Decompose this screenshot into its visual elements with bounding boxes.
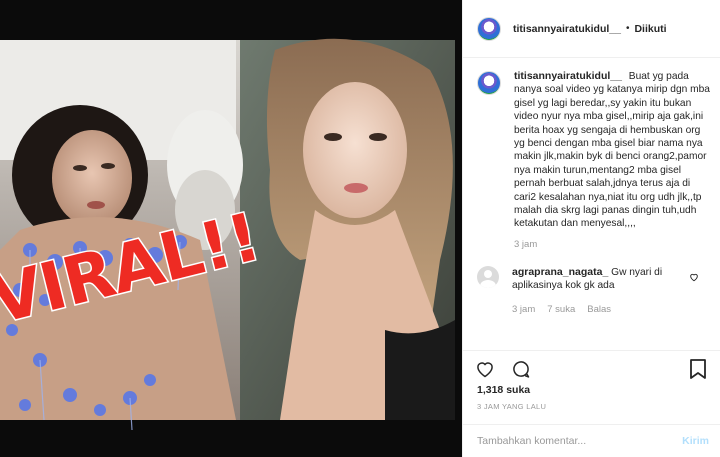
likes-count[interactable]: 1,318 suka — [475, 384, 707, 396]
add-comment-box: Kirim — [463, 424, 720, 457]
post-actions: 1,318 suka 3 JAM YANG LALU — [463, 350, 720, 424]
caption-avatar[interactable] — [477, 71, 501, 95]
post-date: 3 JAM YANG LALU — [477, 402, 547, 411]
comment-likes[interactable]: 7 suka — [547, 303, 575, 316]
separator-dot: • — [625, 23, 630, 34]
comments-section[interactable]: titisannyairatukidul__ Buat yg pada nany… — [463, 58, 720, 350]
post-header: titisannyairatukidul__ • Diikuti — [463, 0, 720, 58]
caption: titisannyairatukidul__ Buat yg pada nany… — [463, 58, 720, 250]
comment-heart-icon[interactable] — [689, 272, 699, 282]
comment-icon[interactable] — [511, 359, 531, 379]
post-detail-panel: titisannyairatukidul__ • Diikuti titisan… — [462, 0, 720, 457]
caption-time[interactable]: 3 jam — [514, 239, 710, 250]
comment-item: agraprana_nagata_ Gw nyari di aplikasiny… — [463, 250, 720, 316]
post-image[interactable]: VIRAL!! — [0, 0, 462, 457]
comment-time[interactable]: 3 jam — [512, 303, 535, 316]
author-avatar[interactable] — [477, 16, 501, 41]
reply-button[interactable]: Balas — [587, 303, 611, 316]
follow-status-button[interactable]: Diikuti — [634, 23, 666, 35]
caption-username[interactable]: titisannyairatukidul__ — [514, 70, 622, 82]
heart-icon[interactable] — [475, 359, 495, 379]
bookmark-icon[interactable] — [689, 359, 707, 379]
comment-username[interactable]: agraprana_nagata_ — [512, 266, 608, 278]
commenter-avatar[interactable] — [477, 265, 499, 288]
post-comment-button[interactable]: Kirim — [682, 435, 709, 447]
author-username[interactable]: titisannyairatukidul__ — [513, 23, 621, 35]
caption-text: Buat yg pada nanya soal video yg katanya… — [514, 71, 710, 230]
comment-input[interactable] — [477, 435, 683, 447]
